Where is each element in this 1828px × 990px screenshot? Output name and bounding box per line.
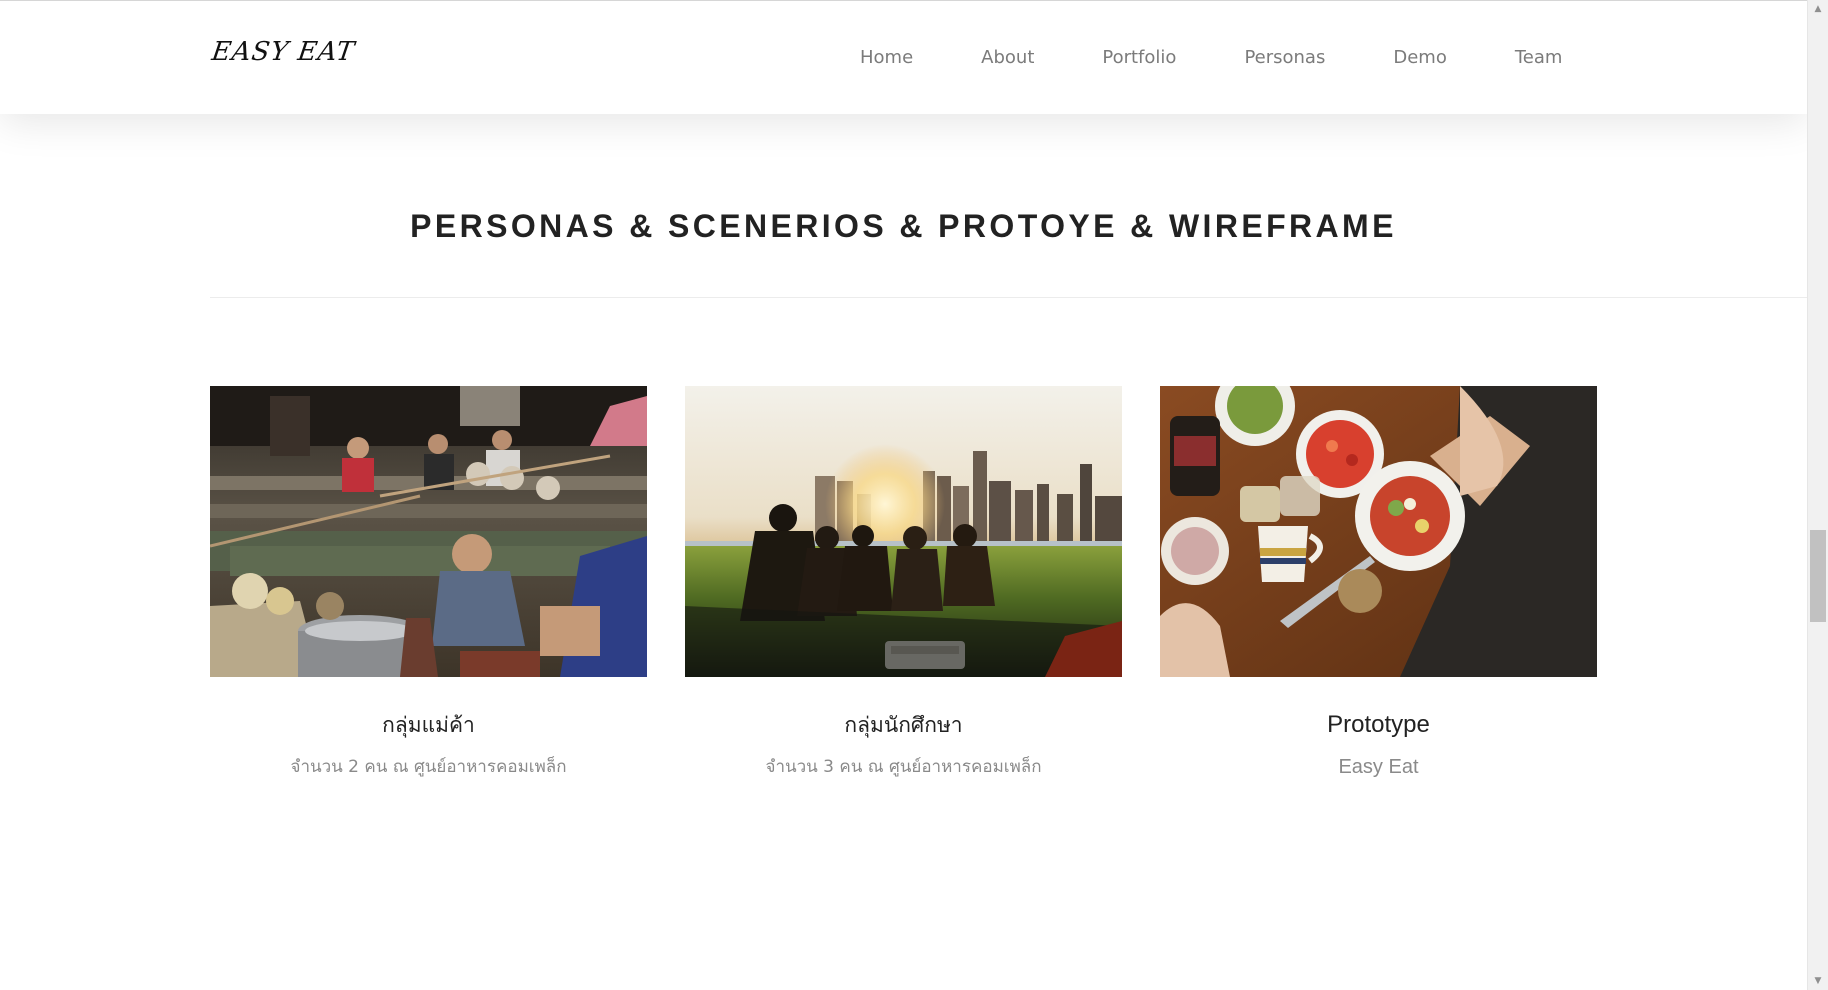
scroll-up-icon[interactable]: ▲ (1808, 0, 1828, 18)
nav-link-team[interactable]: Team (1515, 47, 1563, 71)
scroll-thumb[interactable] (1810, 530, 1826, 622)
sunset-photo-illustration (685, 386, 1122, 677)
students-photo[interactable] (685, 386, 1122, 677)
card-subtitle: จำนวน 2 คน ณ ศูนย์อาหารคอมเพล็ก (290, 757, 567, 777)
nav-menu: Home About Portfolio Personas Demo Team (860, 47, 1562, 71)
card-title: กลุ่มแม่ค้า (382, 713, 475, 737)
food-table-photo-illustration (1160, 386, 1597, 677)
persona-card-vendors[interactable]: กลุ่มแม่ค้า จำนวน 2 คน ณ ศูนย์อาหารคอมเพ… (210, 386, 647, 779)
market-photo-illustration (210, 386, 647, 677)
vertical-scrollbar[interactable]: ▲ ▼ (1807, 0, 1828, 990)
persona-card-students[interactable]: กลุ่มนักศึกษา จำนวน 3 คน ณ ศูนย์อาหารคอม… (685, 386, 1122, 779)
nav-link-portfolio[interactable]: Portfolio (1102, 47, 1176, 71)
nav-link-demo[interactable]: Demo (1393, 47, 1446, 71)
section-divider (210, 297, 1807, 298)
prototype-card[interactable]: Prototype Easy Eat (1160, 386, 1597, 779)
nav-link-personas[interactable]: Personas (1244, 47, 1325, 71)
prototype-photo[interactable] (1160, 386, 1597, 677)
card-title: กลุ่มนักศึกษา (844, 713, 963, 737)
vendors-photo[interactable] (210, 386, 647, 677)
scroll-down-icon[interactable]: ▼ (1808, 972, 1828, 990)
card-subtitle: จำนวน 3 คน ณ ศูนย์อาหารคอมเพล็ก (765, 757, 1042, 777)
card-title: Prototype (1327, 711, 1430, 738)
page: EASY EAT Home About Portfolio Personas D… (0, 0, 1807, 990)
brand-logo[interactable]: EASY EAT (210, 37, 357, 67)
nav-link-home[interactable]: Home (860, 47, 913, 71)
section-title: PERSONAS & SCENERIOS & PROTOYE & WIREFRA… (410, 208, 1397, 244)
nav-link-about[interactable]: About (981, 47, 1034, 71)
navbar: EASY EAT Home About Portfolio Personas D… (0, 0, 1807, 114)
card-subtitle: Easy Eat (1338, 756, 1419, 778)
